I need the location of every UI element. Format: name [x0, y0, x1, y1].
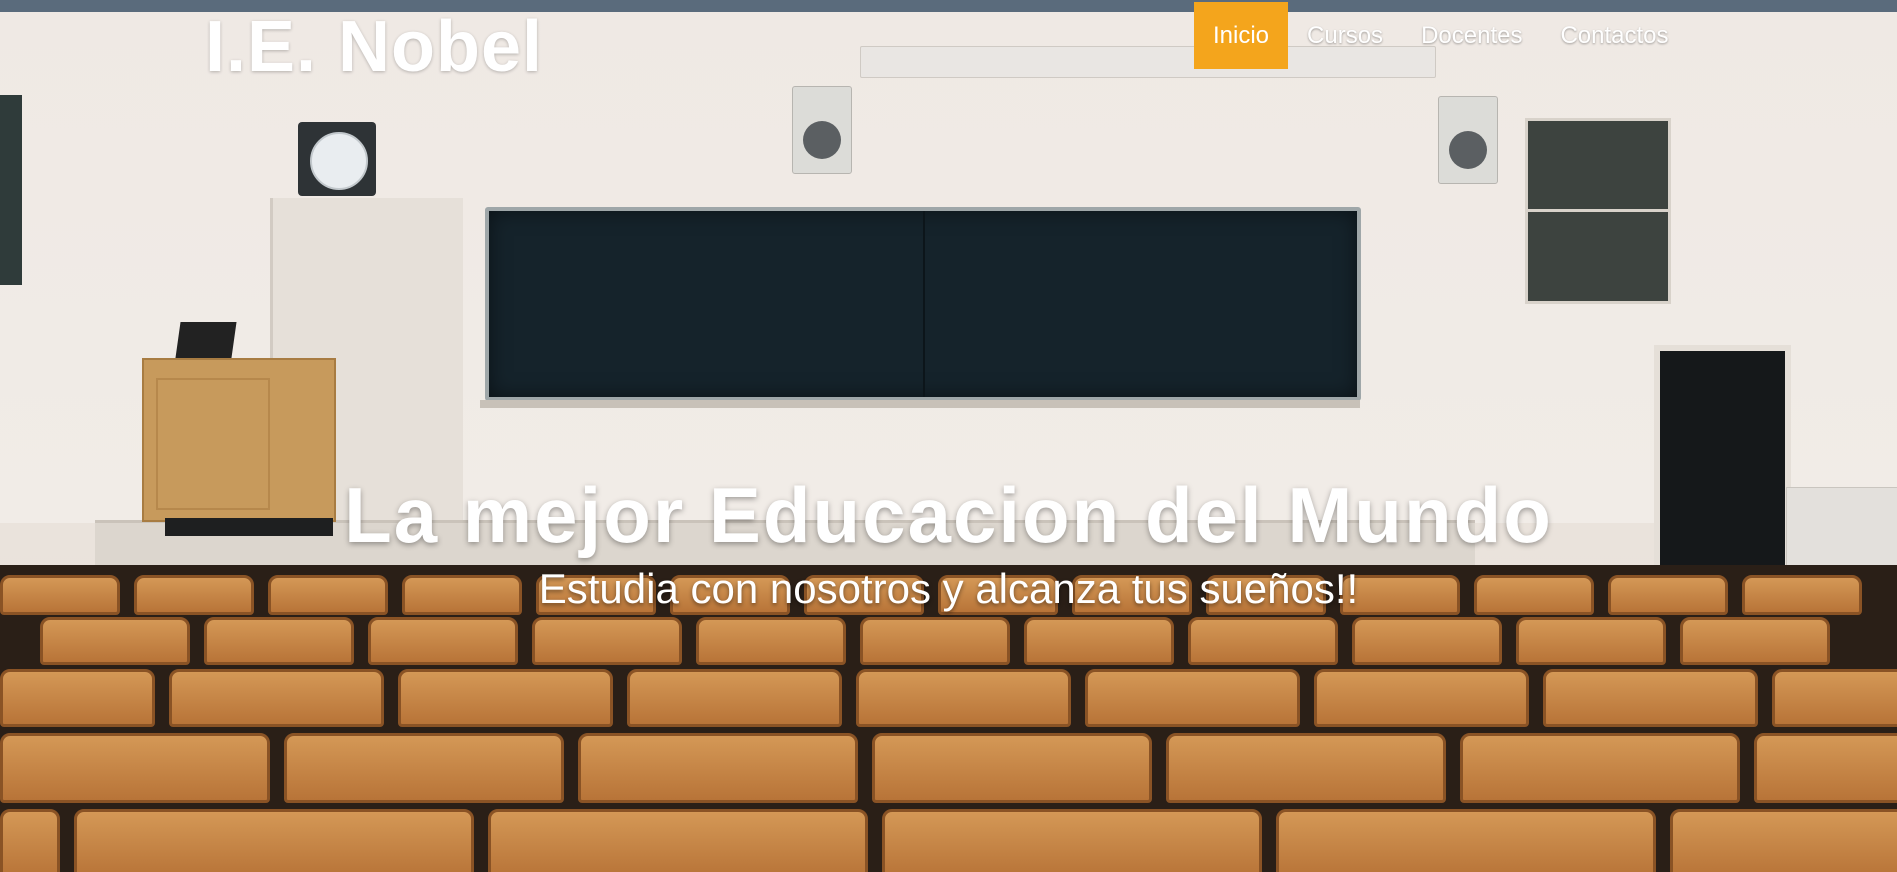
seat [204, 617, 354, 665]
seat [1085, 669, 1300, 727]
seat-row [0, 733, 1897, 803]
seat [1460, 733, 1740, 803]
seat [860, 617, 1010, 665]
seat [532, 617, 682, 665]
seat [284, 733, 564, 803]
seat [40, 617, 190, 665]
seat [169, 669, 384, 727]
chalkboard [485, 207, 1361, 401]
seat [1166, 733, 1446, 803]
site-header: I.E. Nobel Inicio Cursos Docentes Contac… [0, 0, 1897, 87]
seat [1543, 669, 1758, 727]
seat-row [0, 617, 1897, 665]
nav-inicio[interactable]: Inicio [1194, 2, 1289, 69]
seat [1670, 809, 1897, 872]
nav-docentes[interactable]: Docentes [1402, 2, 1541, 69]
speaker-right [1438, 96, 1498, 184]
seat [1024, 617, 1174, 665]
hero-subtitle: Estudia con nosotros y alcanza tus sueño… [538, 565, 1359, 612]
seat [1276, 809, 1656, 872]
wall-clock [298, 122, 376, 196]
seat [74, 809, 474, 872]
main-nav: Inicio Cursos Docentes Contactos [1194, 2, 1688, 69]
seat [488, 809, 868, 872]
seat [856, 669, 1071, 727]
hero-title: La mejor Educacion del Mundo [344, 471, 1553, 559]
hero-section: I.E. Nobel Inicio Cursos Docentes Contac… [0, 0, 1897, 872]
seat [1516, 617, 1666, 665]
site-logo[interactable]: I.E. Nobel [205, 6, 543, 88]
speaker-left [792, 86, 852, 174]
seat [882, 809, 1262, 872]
seat [1314, 669, 1529, 727]
hero-background-image [0, 0, 1897, 872]
seat [578, 733, 858, 803]
nav-contactos[interactable]: Contactos [1541, 2, 1687, 69]
seat-row [0, 809, 1897, 872]
seat [872, 733, 1152, 803]
seat [0, 809, 60, 872]
seat [398, 669, 613, 727]
seat [1188, 617, 1338, 665]
seat [0, 669, 155, 727]
seat-row [0, 669, 1897, 727]
seat [0, 733, 270, 803]
seat [1772, 669, 1897, 727]
laptop [175, 322, 237, 358]
seat [1680, 617, 1830, 665]
window [0, 95, 22, 285]
seat [368, 617, 518, 665]
seat [1754, 733, 1897, 803]
seat [627, 669, 842, 727]
wall-vent [1525, 118, 1671, 304]
seat [1352, 617, 1502, 665]
chalkboard-rail [480, 400, 1360, 408]
seat [696, 617, 846, 665]
nav-cursos[interactable]: Cursos [1288, 2, 1402, 69]
